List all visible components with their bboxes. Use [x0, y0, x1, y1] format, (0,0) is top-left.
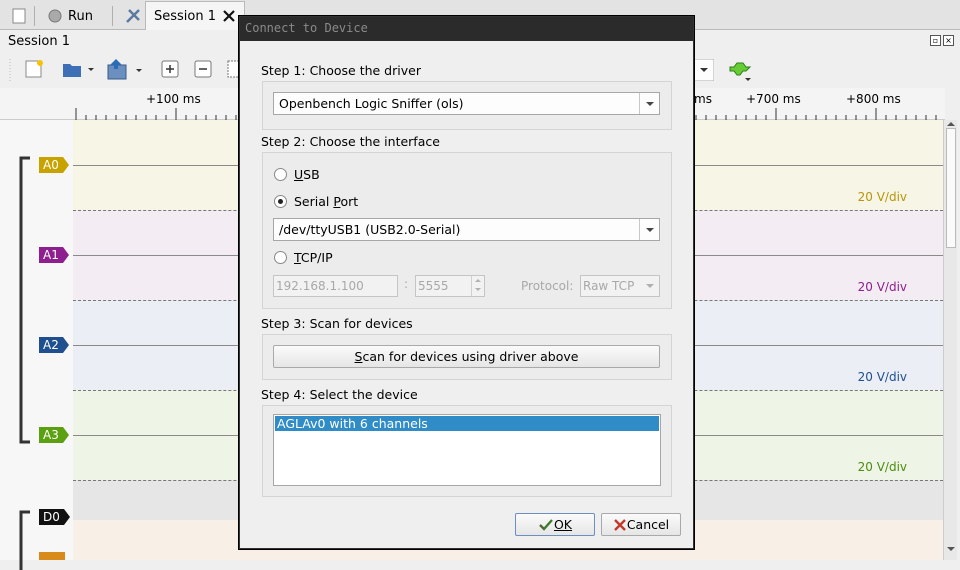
new-file-icon[interactable]: [24, 59, 44, 79]
button-label: can for devices using driver above: [362, 349, 579, 364]
channel-name: A1: [43, 248, 59, 262]
close-icon[interactable]: [222, 9, 236, 23]
float-icon[interactable]: ▫: [930, 35, 941, 46]
open-folder-icon[interactable]: [62, 59, 96, 79]
scroll-up-icon[interactable]: [947, 121, 955, 127]
zoom-fit-icon[interactable]: [226, 59, 240, 79]
scrollbar-thumb[interactable]: [946, 128, 956, 248]
scale-label-a0: 20 V/div: [857, 190, 907, 204]
ok-button[interactable]: OK: [515, 513, 595, 536]
spin-arrows-icon[interactable]: [471, 276, 484, 296]
tab-separator: [112, 6, 113, 26]
ip-address-input[interactable]: 192.168.1.100: [273, 275, 398, 297]
document-icon: [12, 8, 26, 24]
tab-start[interactable]: [4, 2, 34, 30]
channel-tag-a1[interactable]: A1: [39, 247, 69, 263]
scale-label-a2: 20 V/div: [857, 370, 907, 384]
ruler-label: +100 ms: [146, 92, 201, 106]
label-post: ort: [340, 194, 359, 209]
channel-tag-a2[interactable]: A2: [39, 337, 69, 353]
tab-session[interactable]: Session 1: [145, 1, 246, 30]
device-list[interactable]: AGLAv0 with 6 channels: [273, 414, 661, 486]
ok-label: OK: [553, 517, 573, 532]
port-separator: :: [404, 277, 409, 291]
label-rest: CP/IP: [300, 250, 333, 265]
driver-value: Openbench Logic Sniffer (ols): [279, 96, 464, 111]
scale-label-a1: 20 V/div: [857, 280, 907, 294]
dock-buttons: ▫ ×: [930, 35, 954, 46]
cancel-icon: [613, 519, 626, 531]
scan-devices-button[interactable]: Scan for devices using driver above: [273, 345, 660, 368]
record-icon: [48, 9, 62, 23]
vertical-scrollbar[interactable]: [943, 120, 957, 560]
channel-tag-a0[interactable]: A0: [39, 157, 69, 173]
step4-label: Step 4: Select the device: [261, 387, 418, 402]
port-value: 5555: [418, 279, 449, 293]
connect-dialog: Connect to Device Step 1: Choose the dri…: [239, 16, 694, 549]
protocol-select[interactable]: Raw TCP: [580, 275, 660, 297]
dialog-title: Connect to Device: [245, 21, 368, 35]
mnemonic: U: [294, 167, 304, 182]
ruler-label: +700 ms: [746, 92, 801, 106]
tcpip-radio[interactable]: [274, 251, 287, 264]
serial-port-radio[interactable]: [274, 195, 287, 208]
chevron-down-icon[interactable]: [639, 93, 659, 114]
toolbar-grip-icon: [9, 59, 11, 81]
tab-run-label: Run: [68, 8, 93, 24]
channel-name: A3: [43, 428, 59, 442]
zoom-in-icon[interactable]: [160, 59, 180, 79]
check-icon: [539, 519, 553, 531]
list-item[interactable]: AGLAv0 with 6 channels: [275, 416, 659, 431]
step3-group: Scan for devices using driver above: [262, 334, 672, 380]
label-rest: SB: [303, 167, 320, 182]
label-pre: Serial: [294, 194, 334, 209]
protocol-value: Raw TCP: [583, 279, 635, 293]
tab-run[interactable]: Run: [40, 2, 101, 30]
driver-select[interactable]: Openbench Logic Sniffer (ols): [273, 92, 660, 115]
port-spinbox[interactable]: 5555: [415, 275, 485, 297]
channel-name: A0: [43, 158, 59, 172]
serial-port-select[interactable]: /dev/ttyUSB1 (USB2.0-Serial): [273, 218, 660, 241]
usb-label[interactable]: USB: [294, 167, 320, 182]
protocol-label: Protocol:: [521, 279, 574, 293]
step3-label: Step 3: Scan for devices: [261, 316, 413, 331]
step2-group: USB Serial Port /dev/ttyUSB1 (USB2.0-Ser…: [262, 152, 672, 309]
serial-port-value: /dev/ttyUSB1 (USB2.0-Serial): [279, 222, 461, 237]
serial-port-label[interactable]: Serial Port: [294, 194, 358, 209]
dialog-titlebar[interactable]: Connect to Device: [240, 17, 693, 41]
close-dock-icon[interactable]: ×: [943, 35, 954, 46]
group-bracket: [19, 510, 30, 570]
chevron-down-icon[interactable]: [639, 219, 659, 240]
cancel-button[interactable]: Cancel: [601, 513, 681, 536]
step2-label: Step 2: Choose the interface: [261, 134, 440, 149]
channel-name: A2: [43, 338, 59, 352]
channel-name: D0: [43, 510, 60, 524]
save-icon[interactable]: [106, 59, 146, 81]
ruler-label: ms: [694, 92, 712, 106]
cancel-label: Cancel: [626, 517, 670, 532]
channel-tag-a3[interactable]: A3: [39, 427, 69, 443]
channel-tag-d1[interactable]: [39, 552, 65, 560]
decoder-icon[interactable]: [728, 59, 754, 83]
scroll-down-icon[interactable]: [947, 546, 955, 552]
group-bracket: [19, 156, 30, 444]
tools-icon: [126, 9, 140, 23]
scale-label-a3: 20 V/div: [857, 460, 907, 474]
tab-separator: [34, 6, 35, 26]
zoom-out-icon[interactable]: [193, 59, 213, 79]
tcpip-label[interactable]: TCP/IP: [294, 250, 333, 265]
usb-radio[interactable]: [274, 168, 287, 181]
dropdown-arrow-icon[interactable]: [694, 59, 714, 81]
step1-label: Step 1: Choose the driver: [261, 63, 421, 78]
step1-group: Openbench Logic Sniffer (ols): [262, 81, 672, 130]
mnemonic: T: [294, 250, 301, 265]
channel-tag-d0[interactable]: D0: [39, 509, 70, 525]
tab-session-label: Session 1: [154, 8, 217, 24]
chevron-down-icon: [646, 284, 654, 288]
ruler-label: +800 ms: [846, 92, 901, 106]
session-title: Session 1: [8, 34, 71, 49]
